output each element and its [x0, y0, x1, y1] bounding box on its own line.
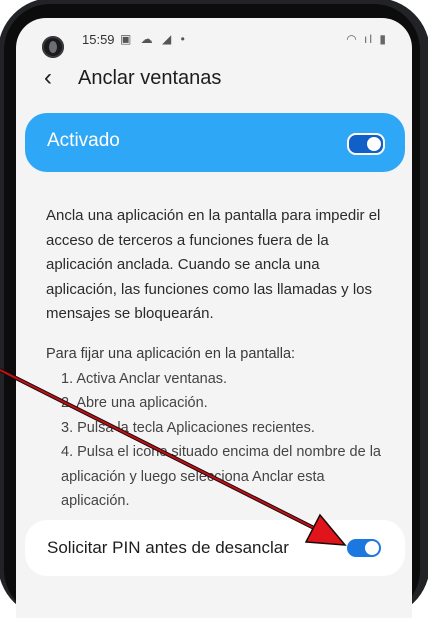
front-camera [42, 36, 64, 58]
pin-toggle[interactable] [347, 539, 381, 557]
description-text: Ancla una aplicación en la pantalla para… [46, 207, 381, 322]
master-toggle[interactable] [347, 133, 385, 155]
notification-icons: ▣ ☁ ◢ • [120, 32, 188, 46]
pin-option-card[interactable]: Solicitar PIN antes de desanclar [25, 520, 405, 576]
pin-option-label: Solicitar PIN antes de desanclar [47, 538, 289, 557]
status-bar: 15:59 ▣ ☁ ◢ • ◠ ıl ▮ [16, 18, 412, 62]
back-icon[interactable]: ‹ [44, 66, 52, 90]
status-time: 15:59 [82, 32, 115, 47]
instruction-step: 1. Activa Anclar ventanas. [61, 370, 228, 387]
master-switch-card[interactable]: Activado [25, 113, 405, 172]
instructions: Para fijar una aplicación en la pantalla… [46, 342, 396, 514]
instruction-step: 4. Pulsa el icono situado encima del nom… [61, 444, 381, 509]
instructions-heading: Para fijar una aplicación en la pantalla… [46, 346, 296, 362]
master-switch-label: Activado [47, 130, 120, 151]
screen: 15:59 ▣ ☁ ◢ • ◠ ıl ▮ ‹ Anclar ventanas A… [16, 18, 412, 618]
page-title: Anclar ventanas [78, 67, 222, 89]
system-icons: ◠ ıl ▮ [346, 32, 388, 46]
instruction-step: 3. Pulsa la tecla Aplicaciones recientes… [61, 419, 315, 436]
instruction-steps: 1. Activa Anclar ventanas. 2. Abre una a… [46, 367, 396, 514]
instruction-step: 2. Abre una aplicación. [61, 395, 208, 411]
app-header: ‹ Anclar ventanas [16, 66, 412, 106]
